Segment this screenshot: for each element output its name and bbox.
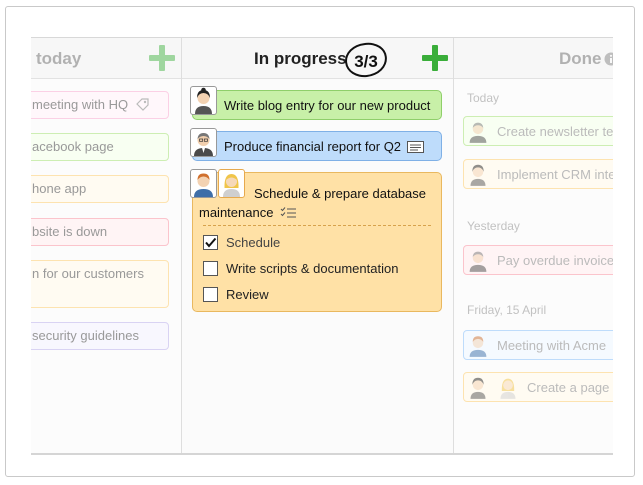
avatar [190, 169, 217, 198]
column-in-progress: In progress 3/3 Write blog entry for our… [182, 38, 454, 453]
avatar-woman-icon [467, 162, 489, 188]
card-title-line2: maintenance [199, 205, 297, 220]
column-header-in-progress: In progress 3/3 [182, 38, 453, 80]
checklist-icon [280, 207, 297, 218]
card-divider [203, 225, 431, 226]
column-today: today meeting with HQ acebook page hone … [31, 38, 182, 453]
avatar-man-icon [194, 133, 213, 156]
avatar-man-redhair-icon [194, 173, 213, 197]
tag-icon [135, 98, 149, 111]
task-card-blog[interactable]: Write blog entry for our new product [190, 86, 442, 120]
avatar-man-icon [467, 119, 489, 145]
card-title-line1: Schedule & prepare database [254, 186, 427, 201]
wip-count-badge: 3/3 [343, 40, 389, 80]
kanban-board: today meeting with HQ acebook page hone … [31, 37, 613, 455]
column-title-today: today [36, 49, 82, 68]
column-header-today: today [31, 38, 181, 79]
add-card-in-progress-icon[interactable] [422, 45, 448, 71]
list-item[interactable]: meeting with HQ [31, 91, 169, 119]
checklist-label: Review [226, 287, 269, 302]
card-title: Write blog entry for our new product [224, 98, 431, 113]
list-item[interactable]: hone app [31, 175, 169, 203]
info-icon[interactable] [604, 52, 613, 66]
checklist-checkbox[interactable] [203, 287, 218, 302]
task-card-report[interactable]: Produce financial report for Q2 [190, 128, 442, 161]
avatar-woman-blonde-icon [223, 174, 240, 197]
avatar-woman-blonde-icon [497, 375, 519, 401]
list-item[interactable]: bsite is down [31, 218, 169, 246]
avatar-man-redhair-icon [467, 333, 489, 359]
card-title: Produce financial report for Q2 [224, 139, 424, 154]
list-item[interactable]: Meeting with Acme [463, 330, 613, 360]
section-label: Today [467, 91, 500, 105]
avatar [218, 169, 245, 198]
avatar-woman-icon [195, 87, 212, 114]
checklist-checkbox[interactable] [203, 261, 218, 276]
checklist-label: Schedule [226, 235, 281, 250]
avatar [190, 128, 217, 157]
add-card-today-icon[interactable] [149, 45, 175, 71]
list-item[interactable]: n for our customers [31, 260, 169, 308]
column-done: Done Today Create newsletter te Implemen… [454, 38, 613, 453]
list-item[interactable]: Implement CRM inte [463, 159, 613, 189]
list-item[interactable]: Pay overdue invoice [463, 245, 613, 275]
checklist-label: Write scripts & documentation [226, 261, 399, 276]
note-icon [406, 141, 424, 153]
task-card-database[interactable]: Schedule & prepare database maintenance … [190, 169, 442, 312]
column-title-done: Done [559, 49, 602, 68]
avatar-woman-icon [467, 375, 489, 401]
column-header-done: Done [454, 38, 613, 79]
list-item[interactable]: security guidelines [31, 322, 169, 350]
list-item[interactable]: Create newsletter te [463, 116, 613, 146]
list-item[interactable]: Create a page o [463, 372, 613, 402]
list-item[interactable]: acebook page [31, 133, 169, 161]
column-title-in-progress: In progress [254, 49, 347, 68]
checkmark-icon [205, 237, 217, 248]
section-label: Friday, 15 April [467, 303, 547, 317]
avatar-man-icon [467, 248, 489, 274]
avatar [190, 86, 217, 115]
checklist-checkbox[interactable] [203, 235, 218, 250]
section-label: Yesterday [467, 219, 520, 233]
